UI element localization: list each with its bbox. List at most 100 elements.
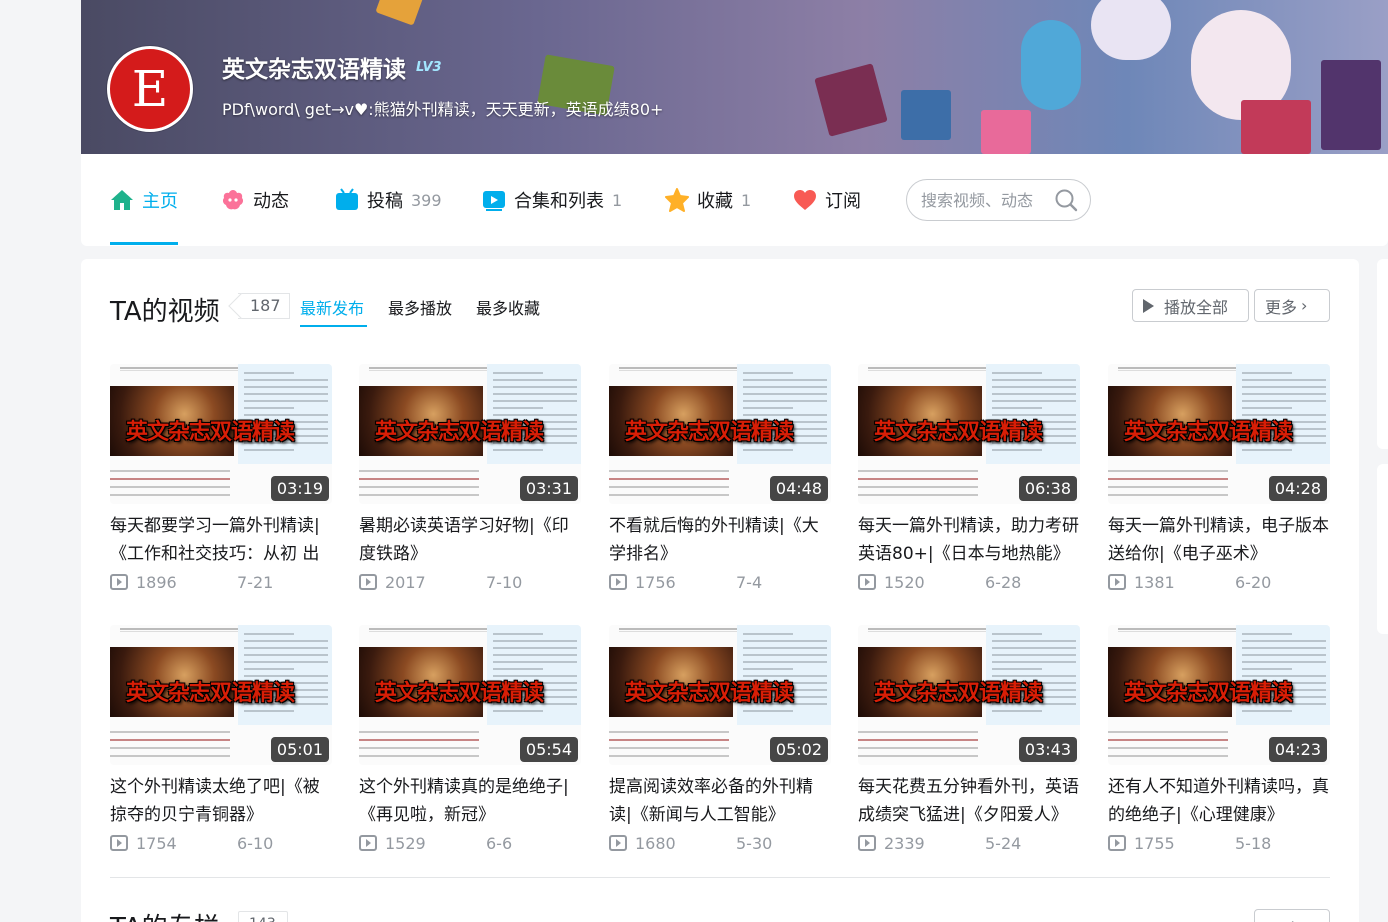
nav-label: 主页 [142, 191, 178, 212]
play-count-icon [609, 835, 627, 851]
video-thumbnail[interactable]: 英文杂志双语精读 04:23 [1108, 625, 1330, 765]
play-count: 1381 [1134, 572, 1175, 592]
publish-date: 5-30 [736, 833, 773, 853]
publish-date: 6-10 [237, 833, 274, 853]
profile-nav: 主页 动态 投稿 399 合集和列表 1 收藏 1 订阅 [81, 154, 1388, 246]
banner-decoration [901, 90, 951, 140]
nav-item-subscribe[interactable]: 订阅 [793, 184, 861, 216]
thumb-header-line [369, 626, 489, 632]
section-title-next: TA的专栏 [110, 907, 220, 922]
video-card[interactable]: 英文杂志双语精读 04:48 不看就后悔的外刊精读|《大学排名》 1756 7-4 [609, 364, 831, 594]
nav-label: 投稿 [367, 191, 403, 212]
avatar[interactable]: E [107, 46, 193, 132]
nav-item-dynamic[interactable]: 动态 [221, 184, 289, 216]
video-meta: 2339 5-24 [858, 831, 1080, 855]
video-thumbnail[interactable]: 英文杂志双语精读 03:43 [858, 625, 1080, 765]
video-title[interactable]: 每天都要学习一篇外刊精读|《工作和社交技巧：从初 出茅 [110, 512, 332, 568]
search-icon[interactable] [1054, 188, 1078, 212]
nav-count: 399 [411, 190, 442, 210]
play-count: 2017 [385, 572, 426, 592]
video-meta: 1520 6-28 [858, 570, 1080, 594]
video-duration: 03:19 [270, 476, 329, 501]
video-thumbnail[interactable]: 英文杂志双语精读 05:54 [359, 625, 581, 765]
upload-icon [336, 188, 358, 210]
video-card[interactable]: 英文杂志双语精读 05:02 提高阅读效率必备的外刊精读|《新闻与人工智能》 1680… [609, 625, 831, 855]
favorite-icon [665, 188, 689, 212]
more-label: 更多 [1265, 297, 1298, 317]
tab-latest[interactable]: 最新发布 [300, 295, 364, 319]
video-thumbnail[interactable]: 英文杂志双语精读 04:48 [609, 364, 831, 504]
video-card[interactable]: 英文杂志双语精读 03:43 每天花费五分钟看外刊，英语成绩突飞猛进|《夕阳爱人》 2… [858, 625, 1080, 855]
video-title[interactable]: 每天一篇外刊精读，助力考研英语80+|《日本与地热能》 [858, 512, 1080, 568]
tab-most-favorited[interactable]: 最多收藏 [476, 295, 540, 319]
play-all-button[interactable]: 播放全部 [1132, 289, 1249, 322]
video-thumbnail[interactable]: 英文杂志双语精读 05:02 [609, 625, 831, 765]
thumb-header-line [868, 365, 988, 371]
play-count: 1755 [1134, 833, 1175, 853]
subscribe-icon [794, 190, 816, 210]
video-title[interactable]: 还有人不知道外刊精读吗，真的绝绝子|《心理健康》 [1108, 773, 1330, 829]
video-title[interactable]: 这个外刊精读太绝了吧|《被掠夺的贝宁青铜器》 [110, 773, 332, 829]
nav-item-collection[interactable]: 合集和列表 1 [482, 184, 622, 216]
video-card[interactable]: 英文杂志双语精读 05:54 这个外刊精读真的是绝绝子|《再见啦，新冠》 1529 6-… [359, 625, 581, 855]
publish-date: 6-28 [985, 572, 1022, 592]
tab-most-played[interactable]: 最多播放 [388, 295, 452, 319]
nav-label: 订阅 [825, 191, 861, 212]
avatar-letter: E [131, 60, 169, 118]
video-card[interactable]: 英文杂志双语精读 03:19 每天都要学习一篇外刊精读|《工作和社交技巧：从初 出茅… [110, 364, 332, 594]
thumb-overlay-text: 英文杂志双语精读 [375, 419, 544, 445]
user-name[interactable]: 英文杂志双语精读 [222, 50, 406, 84]
more-button[interactable]: 更多 › [1254, 289, 1330, 322]
side-card [1377, 259, 1388, 449]
search-input[interactable] [921, 190, 1051, 210]
video-title[interactable]: 每天一篇外刊精读，电子版本送给你|《电子巫术》 [1108, 512, 1330, 568]
collection-icon [483, 191, 505, 211]
nav-item-favorite[interactable]: 收藏 1 [665, 184, 751, 216]
next-section-more-button[interactable]: 更多 [1254, 909, 1330, 922]
video-thumbnail[interactable]: 英文杂志双语精读 04:28 [1108, 364, 1330, 504]
play-count: 1680 [635, 833, 676, 853]
next-section-count: 143 [238, 911, 288, 922]
video-title[interactable]: 这个外刊精读真的是绝绝子|《再见啦，新冠》 [359, 773, 581, 829]
tab-active-indicator [300, 325, 367, 327]
video-meta: 1754 6-10 [110, 831, 332, 855]
play-count-icon [1108, 835, 1126, 851]
play-count-icon [858, 574, 876, 590]
play-count: 1754 [136, 833, 177, 853]
thumb-header-line [1118, 365, 1238, 371]
nav-label: 合集和列表 [514, 191, 604, 212]
video-thumbnail[interactable]: 英文杂志双语精读 06:38 [858, 364, 1080, 504]
play-count-icon [110, 835, 128, 851]
banner-decoration [375, 0, 427, 26]
video-count: 187 [250, 296, 281, 315]
video-card[interactable]: 英文杂志双语精读 04:28 每天一篇外刊精读，电子版本送给你|《电子巫术》 1381… [1108, 364, 1330, 594]
thumb-overlay-text: 英文杂志双语精读 [625, 680, 794, 706]
video-duration: 05:54 [519, 737, 578, 762]
nav-item-upload[interactable]: 投稿 399 [335, 184, 442, 216]
video-thumbnail[interactable]: 英文杂志双语精读 03:31 [359, 364, 581, 504]
page-background-left [0, 0, 81, 922]
video-duration: 04:28 [1268, 476, 1327, 501]
video-card[interactable]: 英文杂志双语精读 04:23 还有人不知道外刊精读吗，真的绝绝子|《心理健康》 175… [1108, 625, 1330, 855]
video-title[interactable]: 提高阅读效率必备的外刊精读|《新闻与人工智能》 [609, 773, 831, 829]
video-card[interactable]: 英文杂志双语精读 05:01 这个外刊精读太绝了吧|《被掠夺的贝宁青铜器》 1754 6… [110, 625, 332, 855]
play-count: 2339 [884, 833, 925, 853]
video-thumbnail[interactable]: 英文杂志双语精读 03:19 [110, 364, 332, 504]
section-title: TA的视频 [110, 297, 220, 327]
thumb-overlay-text: 英文杂志双语精读 [126, 419, 295, 445]
video-card[interactable]: 英文杂志双语精读 06:38 每天一篇外刊精读，助力考研英语80+|《日本与地热能》… [858, 364, 1080, 594]
video-meta: 2017 7-10 [359, 570, 581, 594]
publish-date: 5-18 [1235, 833, 1272, 853]
video-title[interactable]: 暑期必读英语学习好物|《印度铁路》 [359, 512, 581, 568]
home-icon [111, 190, 133, 210]
nav-item-home[interactable]: 主页 [110, 184, 178, 216]
videos-panel: TA的视频 187 最新发布 最多播放 最多收藏 播放全部 更多 › 英文杂志双… [81, 259, 1359, 922]
video-title[interactable]: 不看就后悔的外刊精读|《大学排名》 [609, 512, 831, 568]
video-card[interactable]: 英文杂志双语精读 03:31 暑期必读英语学习好物|《印度铁路》 2017 7-10 [359, 364, 581, 594]
play-count-icon [858, 835, 876, 851]
video-meta: 1680 5-30 [609, 831, 831, 855]
video-meta: 1756 7-4 [609, 570, 831, 594]
video-thumbnail[interactable]: 英文杂志双语精读 05:01 [110, 625, 332, 765]
video-duration: 06:38 [1018, 476, 1077, 501]
video-title[interactable]: 每天花费五分钟看外刊，英语成绩突飞猛进|《夕阳爱人》 [858, 773, 1080, 829]
